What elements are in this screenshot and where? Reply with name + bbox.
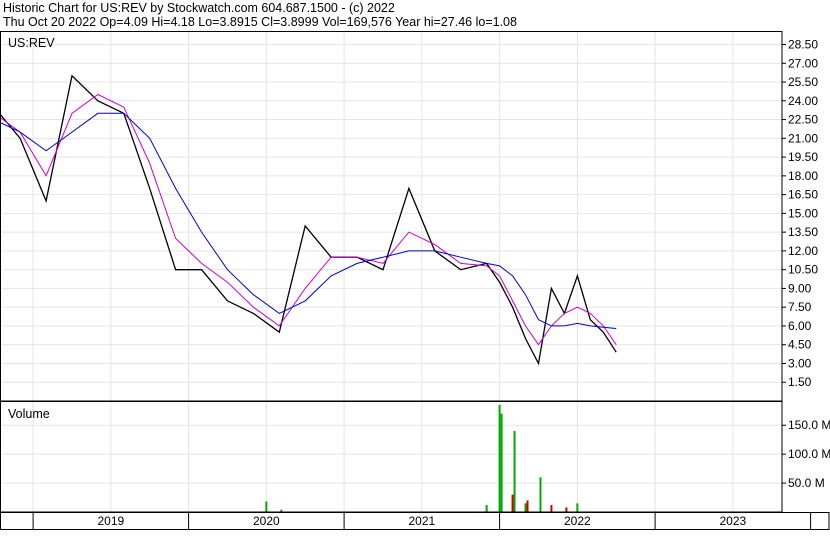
price-tick-label: 10.50 xyxy=(788,263,818,277)
volume-tick-label: 100.0 M xyxy=(788,447,830,461)
price-panel-title: US:REV xyxy=(8,36,55,50)
price-tick-label: 18.00 xyxy=(788,169,818,183)
volume-bar xyxy=(513,431,516,512)
price-axis: 28.50 27.00 25.50 24.00 22.50 21.00 19.50 18.00… xyxy=(782,38,818,389)
volume-bar xyxy=(576,503,579,512)
price-tick-label: 6.00 xyxy=(788,319,812,333)
volume-bar xyxy=(565,507,568,512)
year-label: 2021 xyxy=(408,514,435,528)
price-series xyxy=(0,74,617,366)
year-label: 2020 xyxy=(253,514,280,528)
price-tick-label: 19.50 xyxy=(788,150,818,164)
price-grid xyxy=(2,32,782,401)
volume-bar xyxy=(265,501,268,512)
price-tick-label: 27.00 xyxy=(788,56,818,70)
price-tick-label: 9.00 xyxy=(788,281,812,295)
volume-bar xyxy=(498,405,501,512)
price-tick-label: 4.50 xyxy=(788,338,812,352)
volume-bar xyxy=(539,477,542,512)
volume-panel-title: Volume xyxy=(8,407,50,421)
volume-tick-label: 50.0 M xyxy=(788,476,825,490)
year-label: 2022 xyxy=(564,514,591,528)
price-tick-label: 24.00 xyxy=(788,94,818,108)
price-tick-label: 7.50 xyxy=(788,300,812,314)
price-tick-label: 25.50 xyxy=(788,75,818,89)
price-tick-label: 21.00 xyxy=(788,131,818,145)
year-label: 2023 xyxy=(719,514,746,528)
volume-tick-label: 150.0 M xyxy=(788,418,830,432)
volume-bar xyxy=(550,505,553,512)
stock-chart: 28.50 27.00 25.50 24.00 22.50 21.00 19.50 18.00… xyxy=(0,31,830,530)
year-label: 2019 xyxy=(97,514,124,528)
volume-axis: 150.0 M 100.0 M 50.0 M xyxy=(782,418,830,490)
volume-bar xyxy=(485,505,488,512)
volume-bar xyxy=(524,503,527,512)
price-tick-label: 1.50 xyxy=(788,375,812,389)
price-tick-label: 16.50 xyxy=(788,188,818,202)
volume-bar xyxy=(500,413,503,512)
volume-grid xyxy=(2,401,782,512)
volume-bar xyxy=(526,500,529,512)
price-tick-label: 13.50 xyxy=(788,225,818,239)
price-tick-label: 3.00 xyxy=(788,356,812,370)
price-tick-label: 22.50 xyxy=(788,113,818,127)
price-panel-frame xyxy=(0,31,783,402)
price-series-line xyxy=(0,74,617,366)
price-tick-label: 12.00 xyxy=(788,244,818,258)
price-tick-label: 15.00 xyxy=(788,206,818,220)
price-tick-label: 28.50 xyxy=(788,38,818,52)
time-axis: 201920202021202220232024 xyxy=(0,512,830,530)
volume-bar xyxy=(511,494,514,512)
volume-panel-frame xyxy=(0,401,783,513)
price-series-line xyxy=(0,112,617,329)
